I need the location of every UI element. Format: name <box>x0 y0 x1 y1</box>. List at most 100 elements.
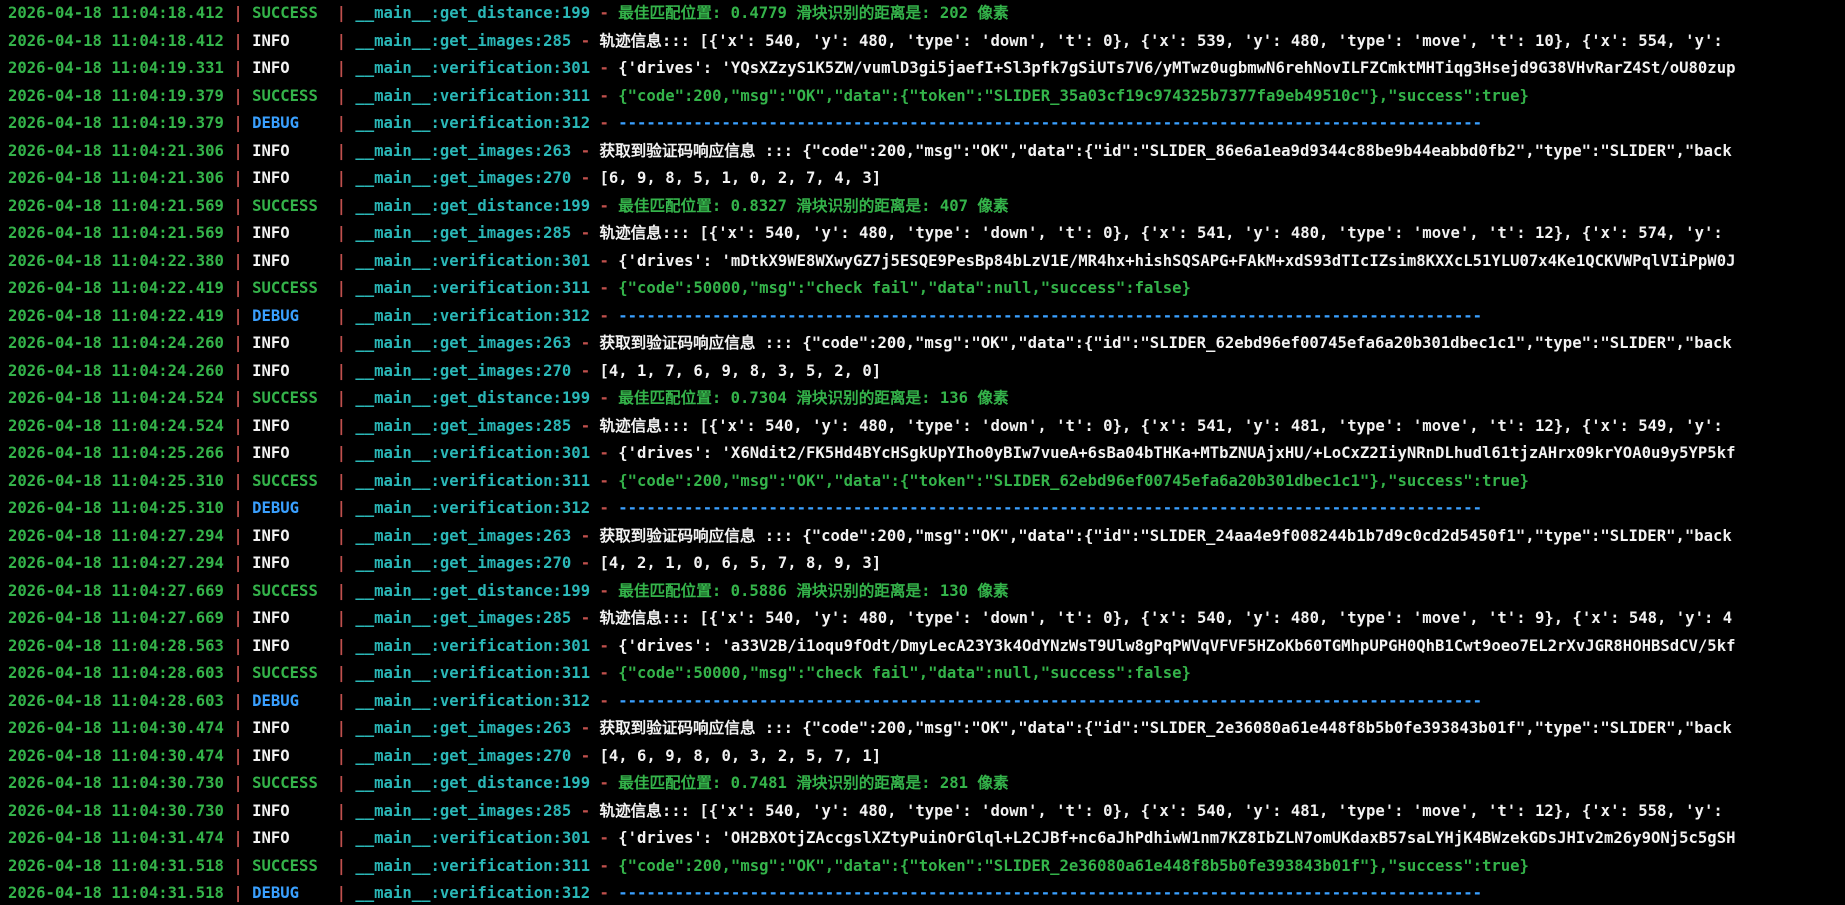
log-timestamp: 2026-04-18 11:04:30.730 <box>8 801 224 820</box>
log-message: ----------------------------------------… <box>618 114 1482 132</box>
log-separator: | <box>223 389 253 407</box>
log-location: __main__:verification:311 <box>355 856 591 875</box>
log-location: __main__:get_images:270 <box>355 361 572 380</box>
log-level: SUCCESS <box>252 774 318 792</box>
log-separator: | <box>223 526 253 545</box>
log-line: 2026-04-18 11:04:24.260 | INFO | __main_… <box>0 330 1845 358</box>
log-message: 最佳匹配位置: 0.7481 滑块识别的距离是: 281 像素 <box>618 774 1009 792</box>
log-line: 2026-04-18 11:04:28.603 | DEBUG | __main… <box>0 688 1845 716</box>
log-level: SUCCESS <box>252 279 318 297</box>
log-separator: | <box>223 609 253 627</box>
log-level: DEBUG <box>252 114 300 132</box>
log-message: {'drives': 'YQsXZzyS1K5ZW/vumlD3gi5jaefI… <box>618 59 1736 77</box>
log-separator: | <box>327 691 356 710</box>
log-separator: | <box>223 86 253 105</box>
log-separator: - <box>590 389 619 407</box>
log-separator: - <box>590 251 619 270</box>
log-level: SUCCESS <box>252 86 318 105</box>
log-line: 2026-04-18 11:04:18.412 | INFO | __main_… <box>0 28 1845 56</box>
log-message: 获取到验证码响应信息 ::: {"code":200,"msg":"OK","d… <box>599 719 1732 737</box>
log-location: __main__:get_distance:199 <box>355 4 591 22</box>
log-separator: | <box>223 361 253 380</box>
log-level: INFO <box>252 59 290 77</box>
log-message: {"code":50000,"msg":"check fail","data":… <box>618 664 1191 682</box>
log-timestamp: 2026-04-18 11:04:18.412 <box>8 4 224 22</box>
log-separator: - <box>571 554 600 572</box>
log-line: 2026-04-18 11:04:27.669 | SUCCESS | __ma… <box>0 578 1845 606</box>
log-timestamp: 2026-04-18 11:04:21.569 <box>8 224 224 242</box>
log-timestamp: 2026-04-18 11:04:18.412 <box>8 31 224 50</box>
log-line: 2026-04-18 11:04:25.310 | DEBUG | __main… <box>0 495 1845 523</box>
log-location: __main__:get_distance:199 <box>355 389 591 407</box>
log-timestamp: 2026-04-18 11:04:27.294 <box>8 554 224 572</box>
log-separator: | <box>327 334 356 352</box>
log-timestamp: 2026-04-18 11:04:30.474 <box>8 746 224 765</box>
log-separator: | <box>223 196 253 215</box>
log-separator: | <box>327 251 356 270</box>
log-message: ----------------------------------------… <box>618 884 1482 902</box>
log-level: INFO <box>252 526 290 545</box>
log-separator: | <box>327 196 356 215</box>
log-separator: | <box>223 444 253 462</box>
log-separator: - <box>590 4 619 22</box>
log-separator: - <box>590 59 619 77</box>
log-separator: - <box>571 31 600 50</box>
log-line: 2026-04-18 11:04:25.266 | INFO | __main_… <box>0 440 1845 468</box>
log-separator: | <box>327 746 356 765</box>
log-timestamp: 2026-04-18 11:04:27.294 <box>8 526 224 545</box>
log-separator: | <box>223 334 253 352</box>
log-separator: | <box>223 829 253 847</box>
log-location: __main__:get_images:270 <box>355 554 572 572</box>
log-level: DEBUG <box>252 499 300 517</box>
log-timestamp: 2026-04-18 11:04:24.260 <box>8 334 224 352</box>
log-separator: | <box>327 361 356 380</box>
log-location: __main__:verification:312 <box>355 306 591 325</box>
log-line: 2026-04-18 11:04:22.380 | INFO | __main_… <box>0 248 1845 276</box>
log-separator: - <box>590 499 619 517</box>
log-message: {"code":200,"msg":"OK","data":{"token":"… <box>618 856 1529 875</box>
log-separator: | <box>327 279 356 297</box>
log-separator: | <box>223 224 253 242</box>
log-timestamp: 2026-04-18 11:04:21.306 <box>8 169 224 187</box>
log-level: INFO <box>252 416 290 435</box>
log-line: 2026-04-18 11:04:24.524 | SUCCESS | __ma… <box>0 385 1845 413</box>
log-separator: | <box>327 416 356 435</box>
log-separator: | <box>327 719 356 737</box>
log-separator: | <box>223 719 253 737</box>
log-separator: - <box>571 361 600 380</box>
log-line: 2026-04-18 11:04:27.669 | INFO | __main_… <box>0 605 1845 633</box>
log-line: 2026-04-18 11:04:21.569 | SUCCESS | __ma… <box>0 193 1845 221</box>
log-message: [4, 2, 1, 0, 6, 5, 7, 8, 9, 3] <box>599 554 882 572</box>
log-line: 2026-04-18 11:04:28.603 | SUCCESS | __ma… <box>0 660 1845 688</box>
log-message: {'drives': 'OH2BXOtjZAccgslXZtyPuinOrGlq… <box>618 829 1736 847</box>
log-location: __main__:verification:311 <box>355 279 591 297</box>
log-separator: - <box>590 636 619 655</box>
log-separator: | <box>327 306 356 325</box>
log-separator: | <box>223 31 253 50</box>
log-timestamp: 2026-04-18 11:04:25.310 <box>8 499 224 517</box>
log-location: __main__:get_images:270 <box>355 169 572 187</box>
log-separator: - <box>590 279 619 297</box>
log-level: SUCCESS <box>252 389 318 407</box>
log-timestamp: 2026-04-18 11:04:19.331 <box>8 59 224 77</box>
log-separator: | <box>223 59 253 77</box>
log-line: 2026-04-18 11:04:30.730 | SUCCESS | __ma… <box>0 770 1845 798</box>
log-message: {'drives': 'X6Ndit2/FK5Hd4BYcHSgkUpYIho0… <box>618 444 1736 462</box>
log-message: ----------------------------------------… <box>618 306 1482 325</box>
log-location: __main__:get_images:263 <box>355 334 572 352</box>
log-separator: | <box>223 884 253 902</box>
log-separator: | <box>223 856 253 875</box>
log-message: 轨迹信息::: [{'x': 540, 'y': 480, 'type': 'd… <box>599 801 1723 820</box>
log-message: [4, 1, 7, 6, 9, 8, 3, 5, 2, 0] <box>599 361 882 380</box>
log-separator: | <box>223 691 253 710</box>
terminal-output[interactable]: 2026-04-18 11:04:18.412 | SUCCESS | __ma… <box>0 0 1845 905</box>
log-separator: | <box>223 664 253 682</box>
log-separator: - <box>590 774 619 792</box>
log-separator: | <box>223 499 253 517</box>
log-line: 2026-04-18 11:04:21.306 | INFO | __main_… <box>0 138 1845 166</box>
log-message: 轨迹信息::: [{'x': 540, 'y': 480, 'type': 'd… <box>599 416 1723 435</box>
log-message: 获取到验证码响应信息 ::: {"code":200,"msg":"OK","d… <box>599 526 1732 545</box>
log-message: [6, 9, 8, 5, 1, 0, 2, 7, 4, 3] <box>599 169 882 187</box>
log-line: 2026-04-18 11:04:22.419 | DEBUG | __main… <box>0 303 1845 331</box>
log-message: {"code":200,"msg":"OK","data":{"token":"… <box>618 471 1529 490</box>
